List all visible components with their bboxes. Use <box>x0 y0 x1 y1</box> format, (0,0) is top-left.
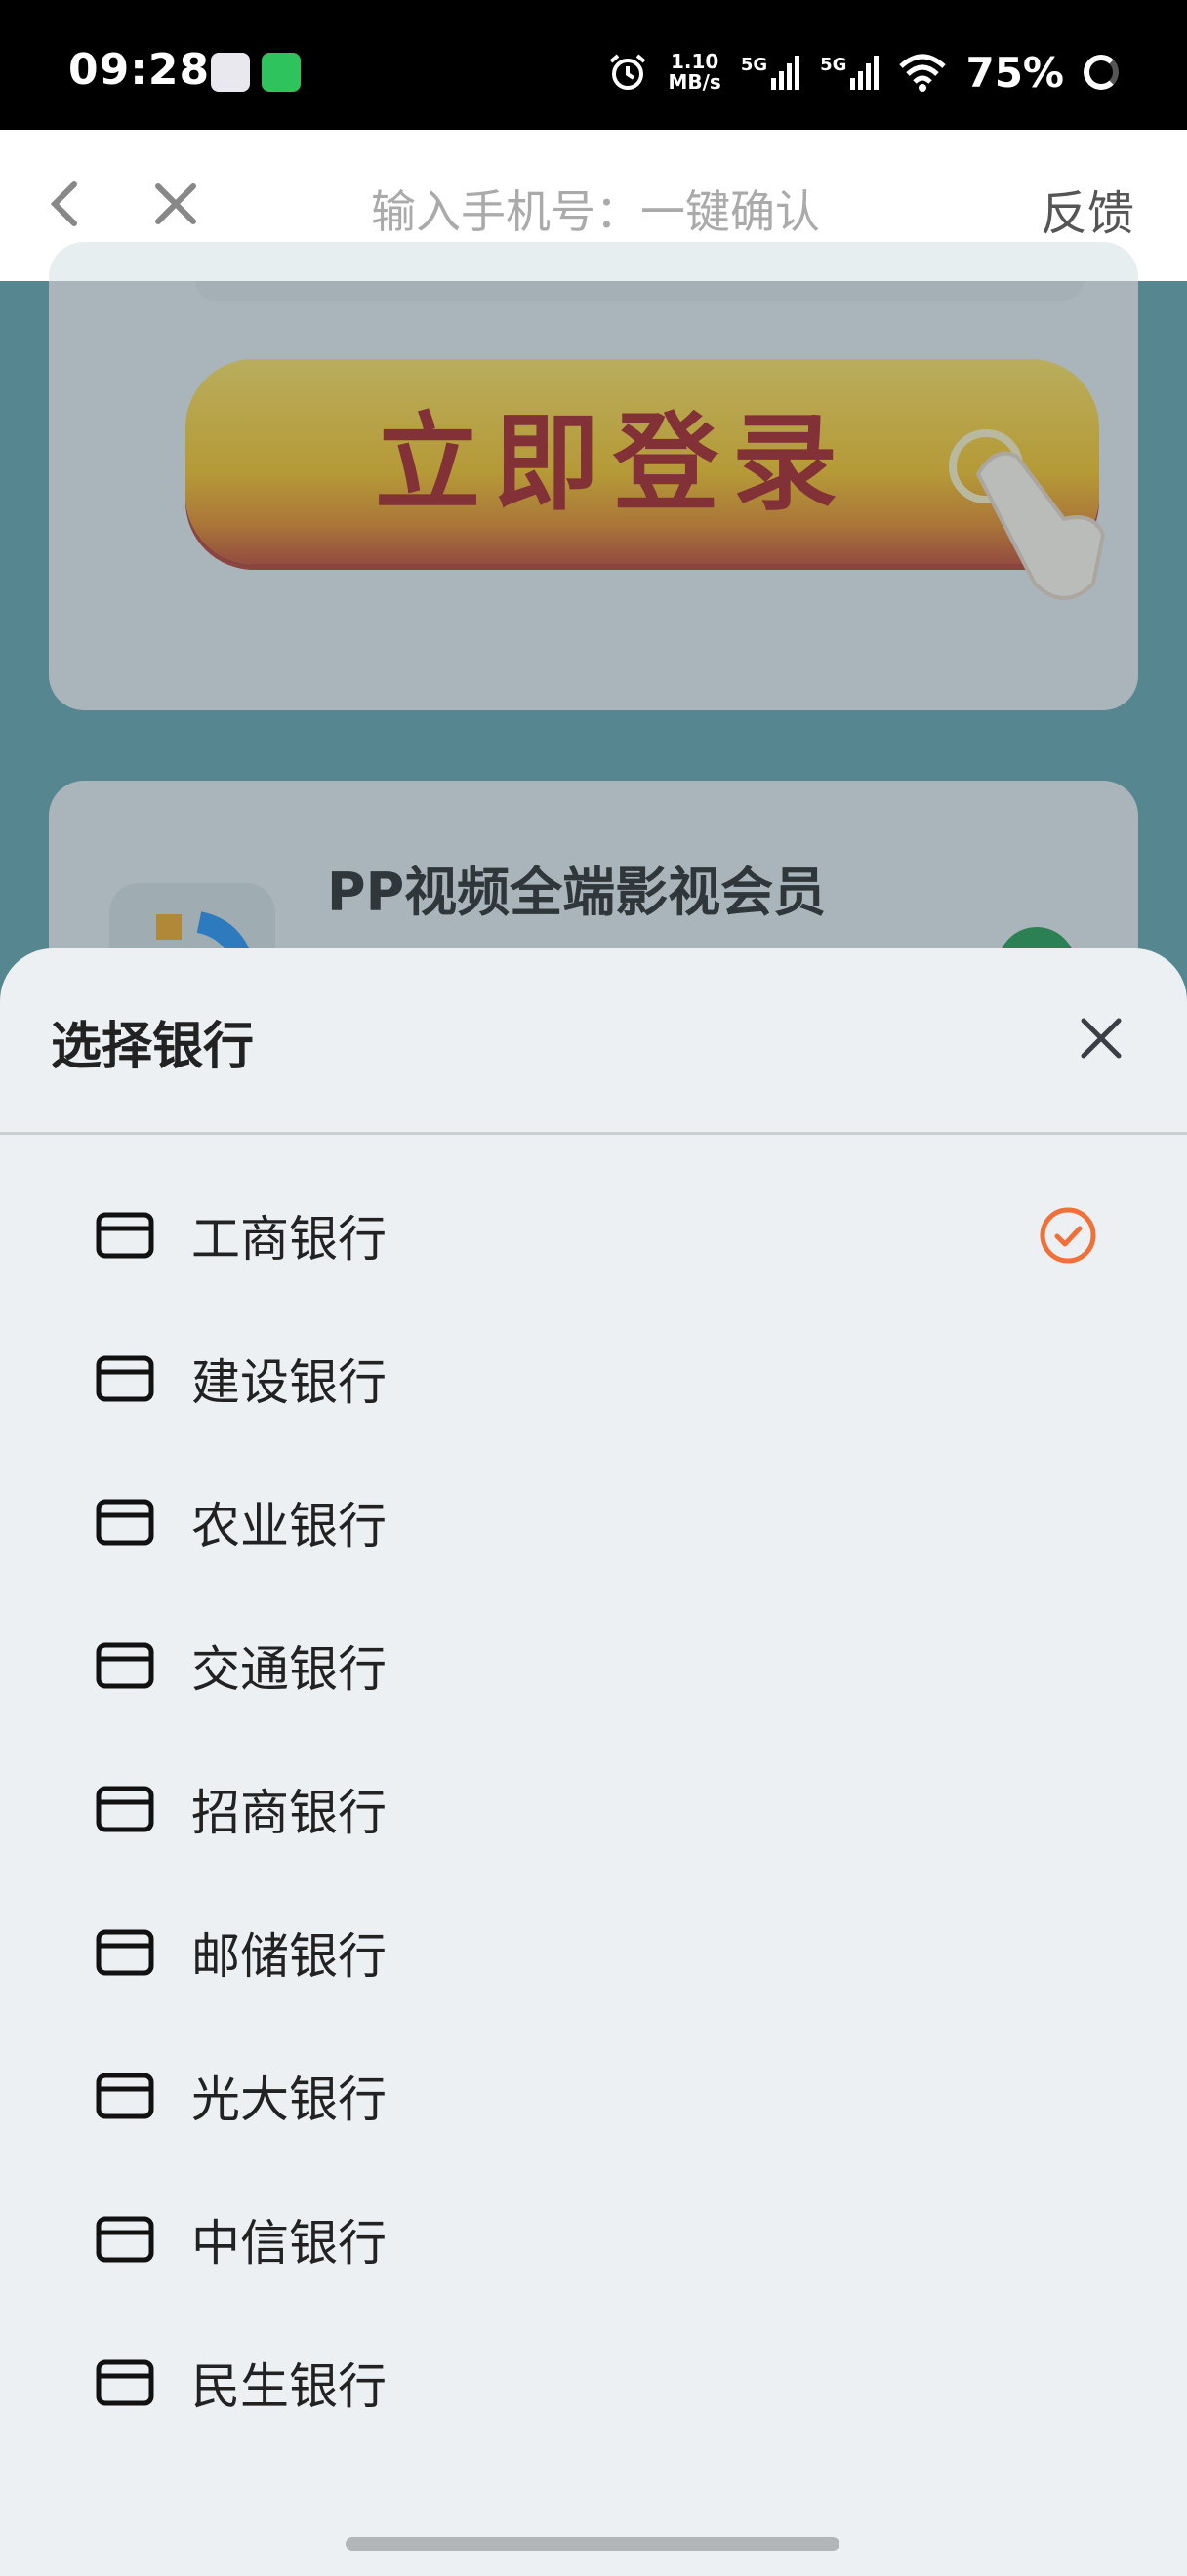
bank-option[interactable]: 建设银行 <box>0 1326 1187 1469</box>
signal-bars-icon <box>850 56 880 90</box>
card-icon <box>96 2359 154 2406</box>
card-icon <box>96 1355 154 1402</box>
network-speed: 1.10 MB/s <box>668 50 721 94</box>
bank-option[interactable]: 农业银行 <box>0 1469 1187 1613</box>
divider <box>0 1132 1187 1135</box>
bank-option[interactable]: 工商银行 <box>0 1183 1187 1326</box>
bank-label: 招商银行 <box>191 1785 387 1841</box>
card-icon <box>96 2073 154 2119</box>
card-icon <box>96 1929 154 1976</box>
battery-percent: 75% <box>965 48 1064 97</box>
bank-option[interactable]: 邮储银行 <box>0 1900 1187 2043</box>
card-icon <box>96 1499 154 1546</box>
feedback-button[interactable]: 反馈 <box>1041 175 1134 243</box>
close-icon[interactable] <box>146 175 205 233</box>
signal-5g-2: 5G <box>820 55 880 90</box>
bank-option[interactable]: 民生银行 <box>0 2330 1187 2412</box>
bank-label: 邮储银行 <box>191 1928 387 1985</box>
bank-label: 民生银行 <box>191 2358 387 2412</box>
battery-icon <box>1084 55 1119 90</box>
signal-bars-icon <box>771 56 800 90</box>
close-icon[interactable] <box>1074 1011 1128 1066</box>
back-icon[interactable] <box>39 175 98 233</box>
app-notification-icon <box>211 53 250 92</box>
bank-select-sheet: 选择银行 工商银行建设银行农业银行交通银行招商银行邮储银行光大银行中信银行民生银… <box>0 948 1187 2576</box>
sheet-title: 选择银行 <box>51 1018 255 1076</box>
bank-label: 农业银行 <box>191 1498 387 1554</box>
alarm-icon <box>610 54 646 90</box>
home-indicator[interactable] <box>346 2537 839 2551</box>
status-time: 09:28 <box>68 45 211 95</box>
bank-label: 交通银行 <box>191 1641 387 1698</box>
bank-option[interactable]: 招商银行 <box>0 1756 1187 1900</box>
card-icon <box>96 1786 154 1832</box>
bank-list: 工商银行建设银行农业银行交通银行招商银行邮储银行光大银行中信银行民生银行 <box>0 1183 1187 2412</box>
bank-label: 中信银行 <box>191 2215 387 2272</box>
bank-option[interactable]: 光大银行 <box>0 2043 1187 2187</box>
card-icon <box>96 2216 154 2263</box>
card-icon <box>96 1642 154 1689</box>
status-bar: 09:28 1.10 MB/s 5G 5G 75% <box>0 0 1187 130</box>
check-circle-icon <box>1040 1207 1096 1264</box>
bank-label: 工商银行 <box>191 1211 387 1268</box>
wifi-icon <box>899 54 947 92</box>
bank-label: 光大银行 <box>191 2072 387 2128</box>
signal-5g-1: 5G <box>741 55 800 90</box>
bank-option[interactable]: 交通银行 <box>0 1613 1187 1756</box>
app-notification-icon <box>262 53 301 92</box>
page-title: 输入手机号：一键确认 <box>371 185 820 238</box>
bank-label: 建设银行 <box>191 1354 387 1411</box>
bank-option[interactable]: 中信银行 <box>0 2187 1187 2330</box>
status-indicators: 1.10 MB/s 5G 5G 75% <box>607 45 1119 100</box>
card-icon <box>96 1212 154 1259</box>
